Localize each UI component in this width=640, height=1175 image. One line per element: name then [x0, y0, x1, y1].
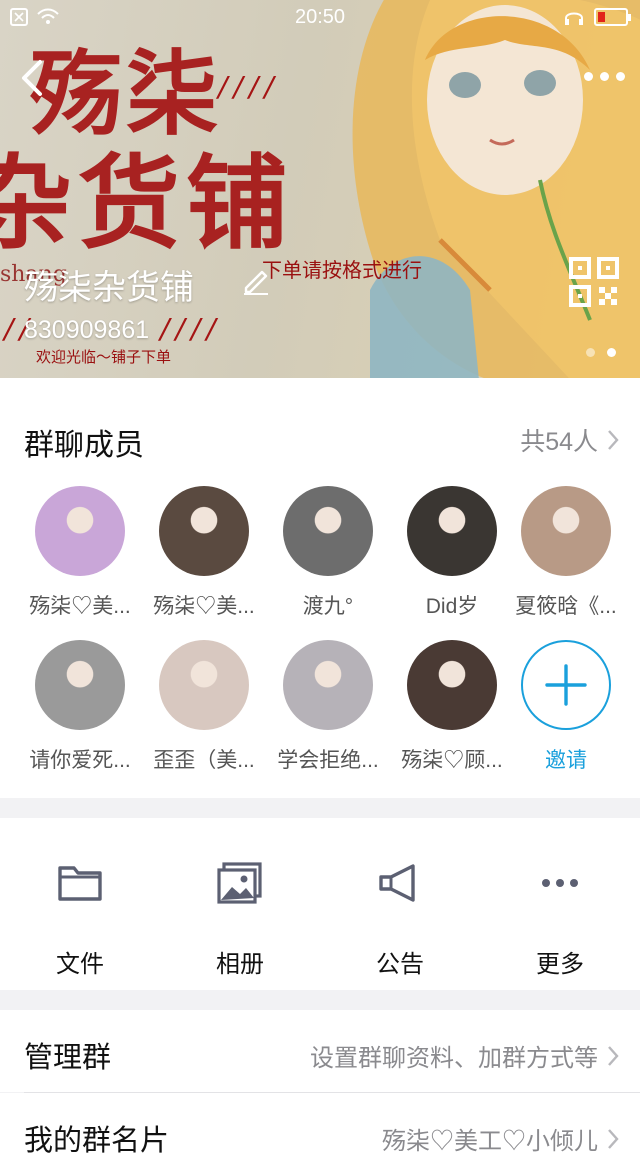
members-count-link[interactable]: 共54人 [520, 422, 620, 458]
group-banner: 殇柒 杂货铺 //// //// // shang 下单请按格式进行 欢迎光临～… [0, 0, 640, 378]
avatar [35, 486, 125, 576]
member-name: 殇柒♡美... [29, 595, 131, 618]
manage-group-row[interactable]: 管理群 设置群聊资料、加群方式等 [0, 1010, 640, 1092]
poster-title-line2: 杂货铺 [0, 144, 294, 264]
my-group-card-value: 殇柒♡美工♡小倾儿 [382, 1128, 598, 1155]
dot-icon [599, 71, 609, 81]
member-item[interactable]: 请你爱死... [18, 640, 142, 774]
poster-decoration: //// [218, 70, 280, 103]
member-item[interactable]: 殇柒♡顾... [390, 640, 514, 774]
pager-dot-active [607, 348, 616, 357]
poster-note: 下单请按格式进行 [262, 258, 422, 282]
more-tools-button[interactable]: 更多 [480, 860, 640, 979]
avatar [407, 640, 497, 730]
megaphone-icon [379, 864, 415, 902]
album-button[interactable]: 相册 [160, 860, 320, 979]
folder-icon [58, 866, 102, 901]
more-options-button[interactable] [582, 64, 626, 88]
my-group-card-value-wrap: 殇柒♡美工♡小倾儿 [382, 1121, 620, 1156]
member-name: 殇柒♡顾... [401, 749, 503, 772]
member-name: 渡九° [302, 595, 354, 618]
pager-dot [586, 348, 595, 357]
add-icon [521, 640, 611, 730]
my-group-card-row[interactable]: 我的群名片 殇柒♡美工♡小倾儿 [0, 1093, 640, 1175]
chevron-right-icon [608, 1128, 619, 1149]
member-name: 请你爱死... [29, 749, 131, 772]
announcement-button[interactable]: 公告 [320, 860, 480, 979]
members-title: 群聊成员 [24, 429, 144, 462]
invite-member-button[interactable]: 邀请 [504, 640, 628, 774]
group-name[interactable]: 殇柒杂货铺 [24, 260, 194, 309]
member-name: 夏筱晗《... [515, 595, 617, 618]
invite-label: 邀请 [545, 749, 587, 772]
members-count: 共54人 [520, 428, 598, 456]
chevron-right-icon [608, 430, 619, 450]
member-item[interactable]: 夏筱晗《... [504, 486, 628, 620]
poster-decoration: //// [160, 312, 222, 345]
tools-section: 文件 相册 公告 更多 [0, 818, 640, 990]
avatar [407, 486, 497, 576]
files-label: 文件 [56, 951, 104, 978]
qr-code-button[interactable] [568, 256, 620, 308]
member-item[interactable]: 殇柒♡美... [18, 486, 142, 620]
more-tools-label: 更多 [536, 951, 584, 978]
banner-illustration [352, 0, 640, 378]
more-dots-icon [542, 879, 578, 887]
battery-icon [594, 8, 631, 26]
member-item[interactable]: 渡九° [266, 486, 390, 620]
back-button[interactable] [14, 56, 54, 100]
announcement-label: 公告 [376, 951, 424, 978]
member-item[interactable]: 学会拒绝... [266, 640, 390, 774]
member-item[interactable]: Did岁 [390, 486, 514, 620]
member-name: 学会拒绝... [277, 749, 379, 772]
member-name: Did岁 [425, 595, 479, 618]
chevron-right-icon [608, 1045, 619, 1066]
avatar [159, 640, 249, 730]
manage-group-title: 管理群 [24, 1042, 112, 1074]
edit-name-icon[interactable] [240, 264, 272, 296]
status-bar: 20:50 [0, 0, 640, 36]
dot-icon [583, 71, 593, 81]
member-name: 殇柒♡美... [153, 595, 255, 618]
group-id: 830909861 [24, 316, 150, 344]
album-label: 相册 [216, 951, 264, 978]
members-section: 群聊成员 共54人 殇柒♡美... 殇柒♡美... 渡九° Did岁 夏筱晗《... 请你… [0, 378, 640, 798]
poster-welcome: 欢迎光临～铺子下单 [36, 348, 172, 366]
member-item[interactable]: 歪歪（美... [142, 640, 266, 774]
manage-group-value-wrap: 设置群聊资料、加群方式等 [310, 1038, 620, 1073]
avatar [283, 486, 373, 576]
avatar [35, 640, 125, 730]
headphones-icon [565, 12, 583, 25]
dot-icon [615, 71, 625, 81]
manage-group-value: 设置群聊资料、加群方式等 [310, 1045, 598, 1072]
files-button[interactable]: 文件 [0, 860, 160, 979]
status-time: 20:50 [294, 6, 346, 28]
avatar [283, 640, 373, 730]
my-group-card-title: 我的群名片 [24, 1125, 170, 1157]
member-item[interactable]: 殇柒♡美... [142, 486, 266, 620]
avatar [521, 486, 611, 576]
banner-pager[interactable] [586, 348, 616, 357]
member-name: 歪歪（美... [153, 749, 255, 772]
avatar [159, 486, 249, 576]
album-icon [217, 862, 262, 904]
